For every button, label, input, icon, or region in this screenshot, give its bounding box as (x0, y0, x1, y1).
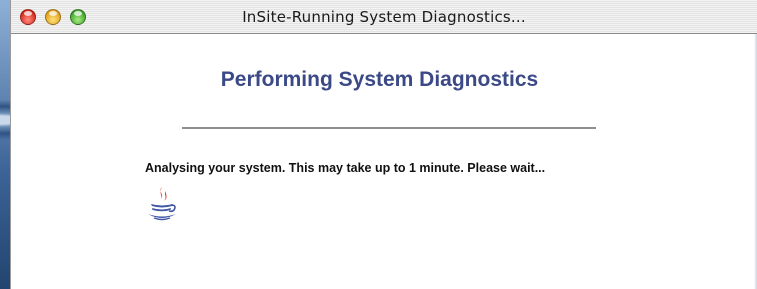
window-content: Performing System Diagnostics Analysing … (11, 34, 757, 289)
window-title: InSite-Running System Diagnostics... (242, 8, 526, 26)
status-message: Analysing your system. This may take up … (145, 161, 546, 175)
divider (182, 127, 596, 129)
window-titlebar[interactable]: InSite-Running System Diagnostics... (11, 0, 757, 34)
page-title: Performing System Diagnostics (220, 68, 539, 91)
diagnostics-window: InSite-Running System Diagnostics... Per… (10, 0, 757, 289)
java-coffee-cup-icon (148, 187, 176, 221)
